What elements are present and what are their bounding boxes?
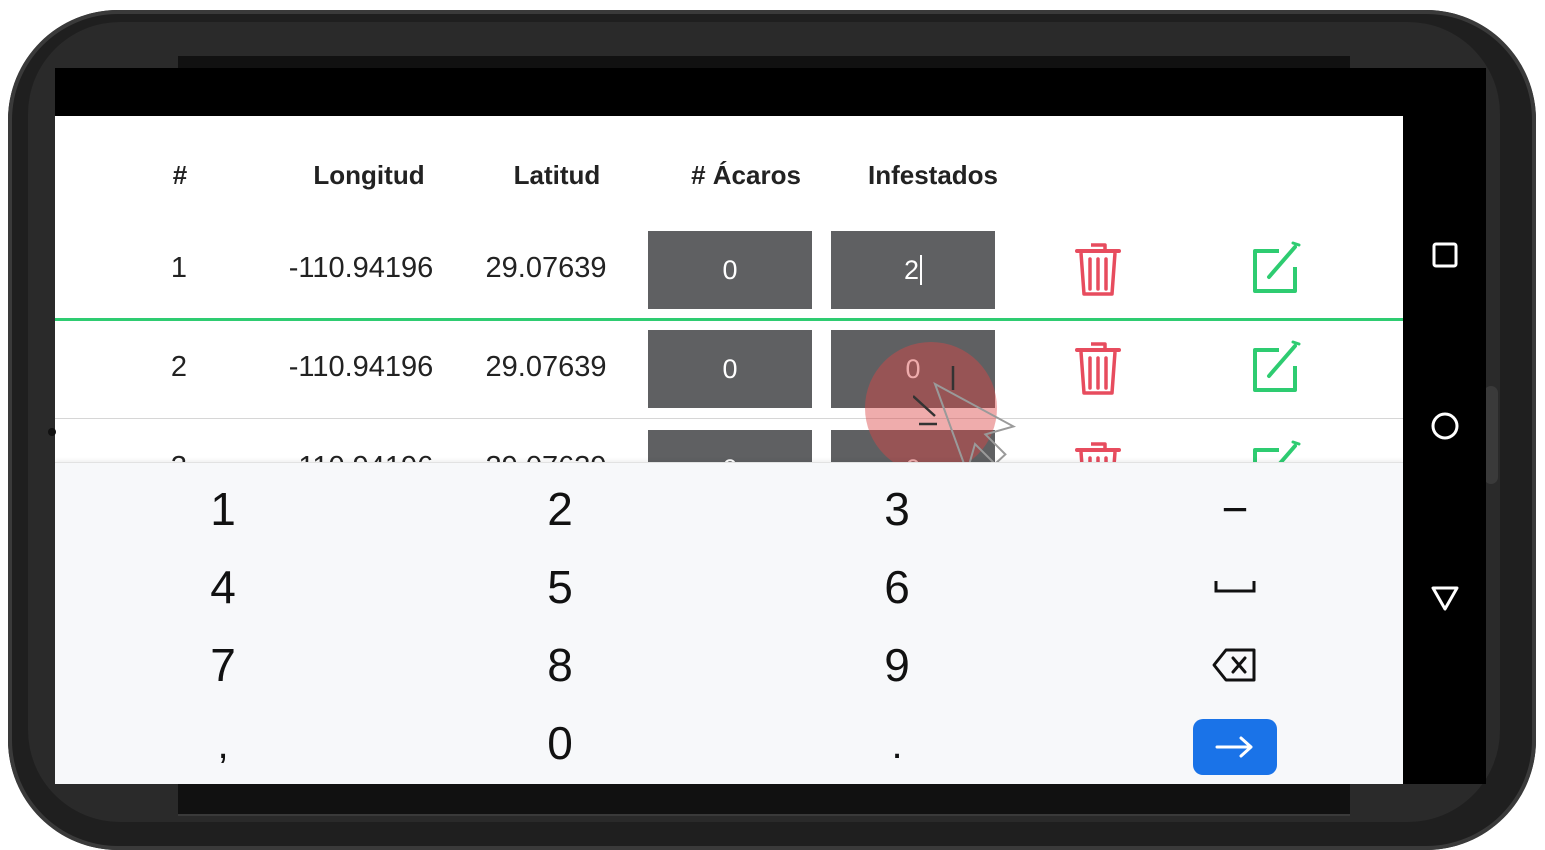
numeric-keyboard: 1 2 3 − 4 5 6 7 8 9 , 0 . [55,462,1403,784]
key-3[interactable]: 3 [747,469,1047,549]
edit-button[interactable] [1242,333,1312,403]
back-button[interactable] [1403,558,1486,638]
key-7[interactable]: 7 [73,625,373,705]
key-dot[interactable]: . [747,705,1047,784]
arrow-right-icon [1215,736,1253,758]
device-bottom-grille [178,784,1350,816]
row-latitude: 29.07639 [485,252,607,284]
row-index: 2 [170,351,188,383]
header-mites: # Ácaros [691,160,801,190]
infested-input[interactable]: 2 [831,231,995,309]
key-minus[interactable]: − [1085,469,1385,549]
table-header: # Longitud Latitud # Ácaros Infestados [55,116,1403,226]
text-caret [920,255,923,285]
device-top-grille [178,56,1350,68]
delete-button[interactable] [1063,333,1133,403]
row-latitude: 29.07639 [485,351,607,383]
key-9[interactable]: 9 [747,625,1047,705]
header-infested: Infestados [867,160,999,190]
square-icon [1432,242,1457,268]
edge-dot [48,428,56,436]
edit-button[interactable] [1242,234,1312,304]
key-space[interactable] [1085,547,1385,627]
mites-input[interactable]: 0 [648,231,812,309]
header-longitude: Longitud [313,160,425,190]
device-screen: # Longitud Latitud # Ácaros Infestados 1… [55,68,1486,784]
key-2[interactable]: 2 [410,469,710,549]
device-side-button [1484,386,1498,484]
edit-icon [1253,241,1301,293]
key-0[interactable]: 0 [410,703,710,783]
row-divider [55,418,1403,419]
go-key[interactable] [1193,719,1277,775]
key-backspace[interactable] [1085,625,1385,705]
triangle-icon [1431,586,1458,611]
trash-icon [1075,243,1121,296]
space-icon [1214,581,1256,593]
app-content: # Longitud Latitud # Ácaros Infestados 1… [55,116,1403,784]
key-4[interactable]: 4 [73,547,373,627]
key-8[interactable]: 8 [410,625,710,705]
backspace-icon [1212,648,1256,682]
row-longitude: -110.94196 [288,252,434,284]
status-bar [55,68,1403,116]
table-row: 2 -110.94196 29.07639 0 0 [55,327,1403,427]
row-longitude: -110.94196 [288,351,434,383]
delete-button[interactable] [1063,234,1133,304]
table-row: 1 -110.94196 29.07639 0 2 [55,228,1403,328]
row-divider-active [55,318,1403,321]
circle-icon [1431,412,1458,440]
key-comma[interactable]: , [73,705,373,784]
header-index: # [172,160,188,190]
key-6[interactable]: 6 [747,547,1047,627]
row-index: 1 [170,252,188,284]
mites-input[interactable]: 0 [648,330,812,408]
home-button[interactable] [1403,386,1486,466]
edit-icon [1253,340,1301,392]
key-1[interactable]: 1 [73,469,373,549]
trash-icon [1075,342,1121,395]
infested-input[interactable]: 0 [831,330,995,408]
recents-button[interactable] [1403,215,1486,295]
header-latitude: Latitud [513,160,601,190]
key-5[interactable]: 5 [410,547,710,627]
navigation-bar [1403,68,1486,784]
